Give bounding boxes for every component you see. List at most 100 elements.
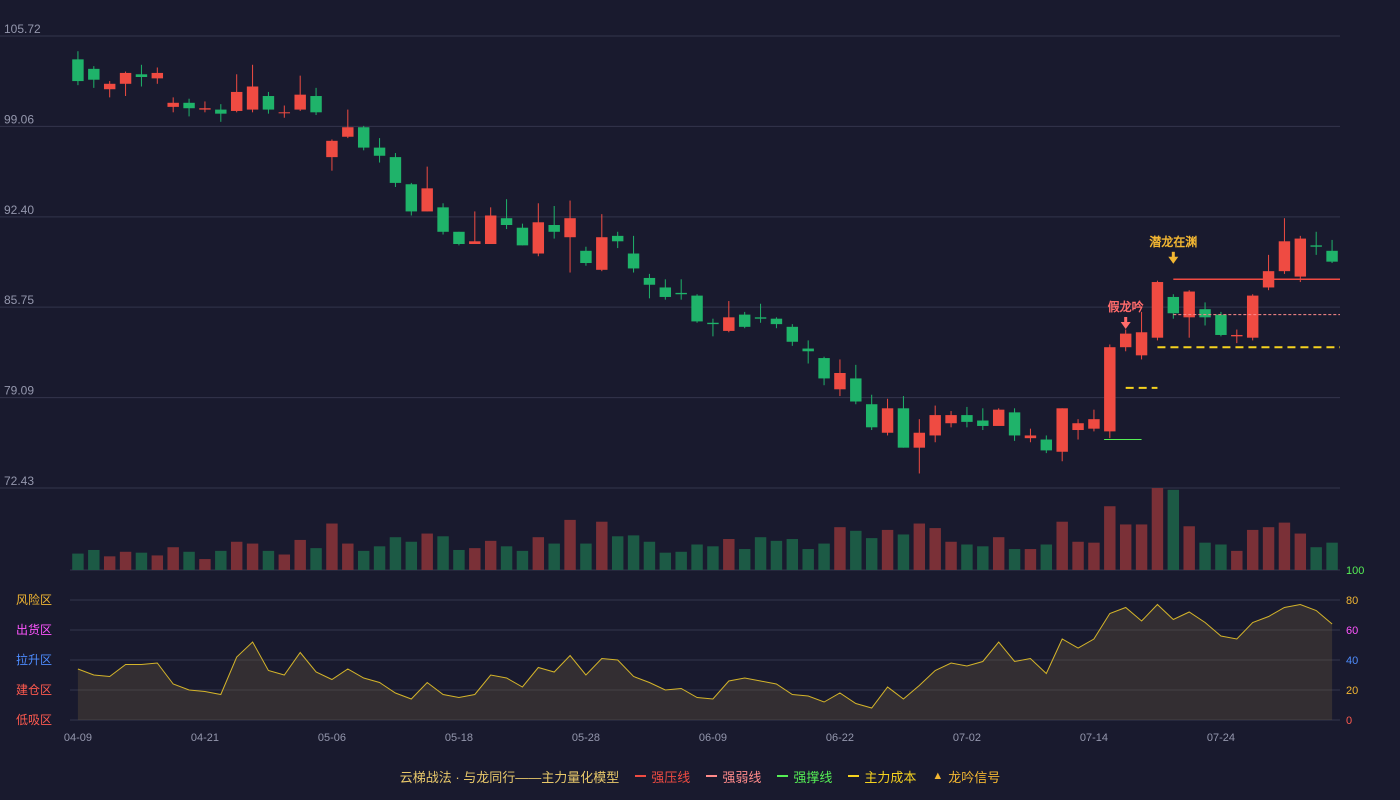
volume-bar <box>246 543 259 570</box>
candle-body <box>1151 282 1164 338</box>
date-tick-label: 06-22 <box>826 732 854 744</box>
volume-bar <box>199 559 211 570</box>
indicator-tick-label: 40 <box>1346 655 1358 667</box>
legend-item-dragon-signal[interactable]: ▲ 龙吟信号 <box>932 767 1000 786</box>
candle-body <box>770 318 783 325</box>
candle-body <box>881 408 894 433</box>
candle-body <box>183 102 195 109</box>
grid-lines <box>0 35 1340 721</box>
volume-bar <box>1167 489 1180 570</box>
volume-bar <box>961 544 973 570</box>
volume-bar <box>770 540 783 570</box>
date-tick-label: 05-18 <box>445 732 473 744</box>
volume-bar <box>850 530 862 570</box>
volume-bar <box>738 549 751 570</box>
date-tick-label: 07-24 <box>1207 732 1235 744</box>
candle-body <box>373 147 386 156</box>
volume-bar <box>1056 521 1068 570</box>
legend-item-main-cost[interactable]: 主力成本 <box>848 767 916 786</box>
indicator-tick-label: 20 <box>1346 685 1358 697</box>
volume-bar <box>310 548 322 570</box>
date-tick-label: 06-09 <box>699 732 727 744</box>
candle-body <box>1294 238 1307 277</box>
candle-body <box>929 415 941 436</box>
zone-label: 低吸区 <box>16 713 52 727</box>
candle-body <box>357 127 370 148</box>
candle-body <box>119 72 132 84</box>
volume-bar <box>881 529 894 570</box>
signal-label: 假龙吟 <box>1108 299 1144 314</box>
candle-body <box>1326 250 1338 262</box>
candle-body <box>246 86 259 110</box>
candle-body <box>469 241 481 245</box>
volume-bar <box>532 537 545 570</box>
date-tick-label: 04-21 <box>191 732 219 744</box>
volume-bar <box>548 543 560 570</box>
candle-body <box>913 432 926 448</box>
signal-arrow-icon <box>1120 321 1131 329</box>
date-axis-labels: 04-09 04-21 05-06 05-18 05-28 06-09 06-22 07-02… <box>64 732 1235 744</box>
candle-body <box>596 237 608 270</box>
candle-body <box>961 415 973 422</box>
zone-label: 拉升区 <box>16 652 52 667</box>
candle-body <box>611 235 624 242</box>
candle-body <box>1167 296 1180 314</box>
price-tick-label: 92.40 <box>4 203 34 217</box>
volume-bar <box>151 555 164 570</box>
volume-bar <box>1310 547 1322 570</box>
date-tick-label: 07-02 <box>953 732 981 744</box>
volume-bar <box>1104 506 1116 570</box>
signal-arrow-icon <box>1168 256 1179 264</box>
volume-bar <box>977 546 989 570</box>
main-cost-swatch-icon <box>848 775 860 777</box>
volume-bar <box>945 541 957 570</box>
candle-body <box>1104 347 1116 432</box>
volume-bar <box>421 533 433 570</box>
candle-body <box>103 83 116 90</box>
volume-bar <box>469 548 481 570</box>
candle-body <box>992 409 1005 426</box>
volume-bar <box>230 541 243 570</box>
candle-body <box>421 188 433 212</box>
legend-item-strong-weak[interactable]: 强弱线 <box>706 767 761 786</box>
candle-body <box>1135 332 1148 356</box>
candle-body <box>72 59 84 82</box>
volume-bar <box>294 539 306 570</box>
volume-bar <box>818 543 830 570</box>
volume-bar <box>659 552 672 570</box>
candle-body <box>1072 423 1084 431</box>
candle-body <box>342 127 354 137</box>
candle-body <box>738 314 751 327</box>
candle-body <box>1278 241 1291 272</box>
candlestick-series <box>72 51 1338 474</box>
price-tick-label: 72.43 <box>4 474 34 488</box>
volume-bar <box>580 543 592 570</box>
volume-bar <box>326 523 338 570</box>
candle-body <box>437 207 449 232</box>
legend-label-strong-weak: 强弱线 <box>722 769 762 785</box>
date-tick-label: 05-06 <box>318 732 346 744</box>
candle-body <box>580 250 592 264</box>
date-tick-label: 07-14 <box>1080 732 1108 744</box>
chart-legend: 云梯战法 · 与龙同行——主力量化模型 强压线 强弱线 强撑线 主力成本 ▲ 龙… <box>0 766 1400 786</box>
candle-body <box>627 253 640 269</box>
candle-body <box>691 295 703 322</box>
candle-body <box>1231 334 1243 337</box>
volume-bar <box>437 536 449 570</box>
volume-bar <box>675 551 687 570</box>
candle-body <box>1040 439 1053 451</box>
candle-body <box>500 218 513 226</box>
volume-bar <box>802 549 814 570</box>
candle-body <box>723 317 735 331</box>
volume-bar <box>1199 542 1211 570</box>
price-tick-label: 79.09 <box>4 384 34 398</box>
volume-bar <box>342 543 354 570</box>
volume-bar <box>183 551 195 570</box>
indicator-tick-label: 100 <box>1346 565 1364 577</box>
zone-label: 建仓区 <box>16 683 52 697</box>
legend-item-strong-support[interactable]: 强撑线 <box>777 767 832 786</box>
indicator-panel: 0 20 40 60 80 100 风险区出货区拉升区建仓区低吸区 <box>16 565 1364 727</box>
legend-item-strong-pressure[interactable]: 强压线 <box>635 767 690 786</box>
candle-body <box>230 91 243 111</box>
volume-bar <box>992 537 1005 570</box>
